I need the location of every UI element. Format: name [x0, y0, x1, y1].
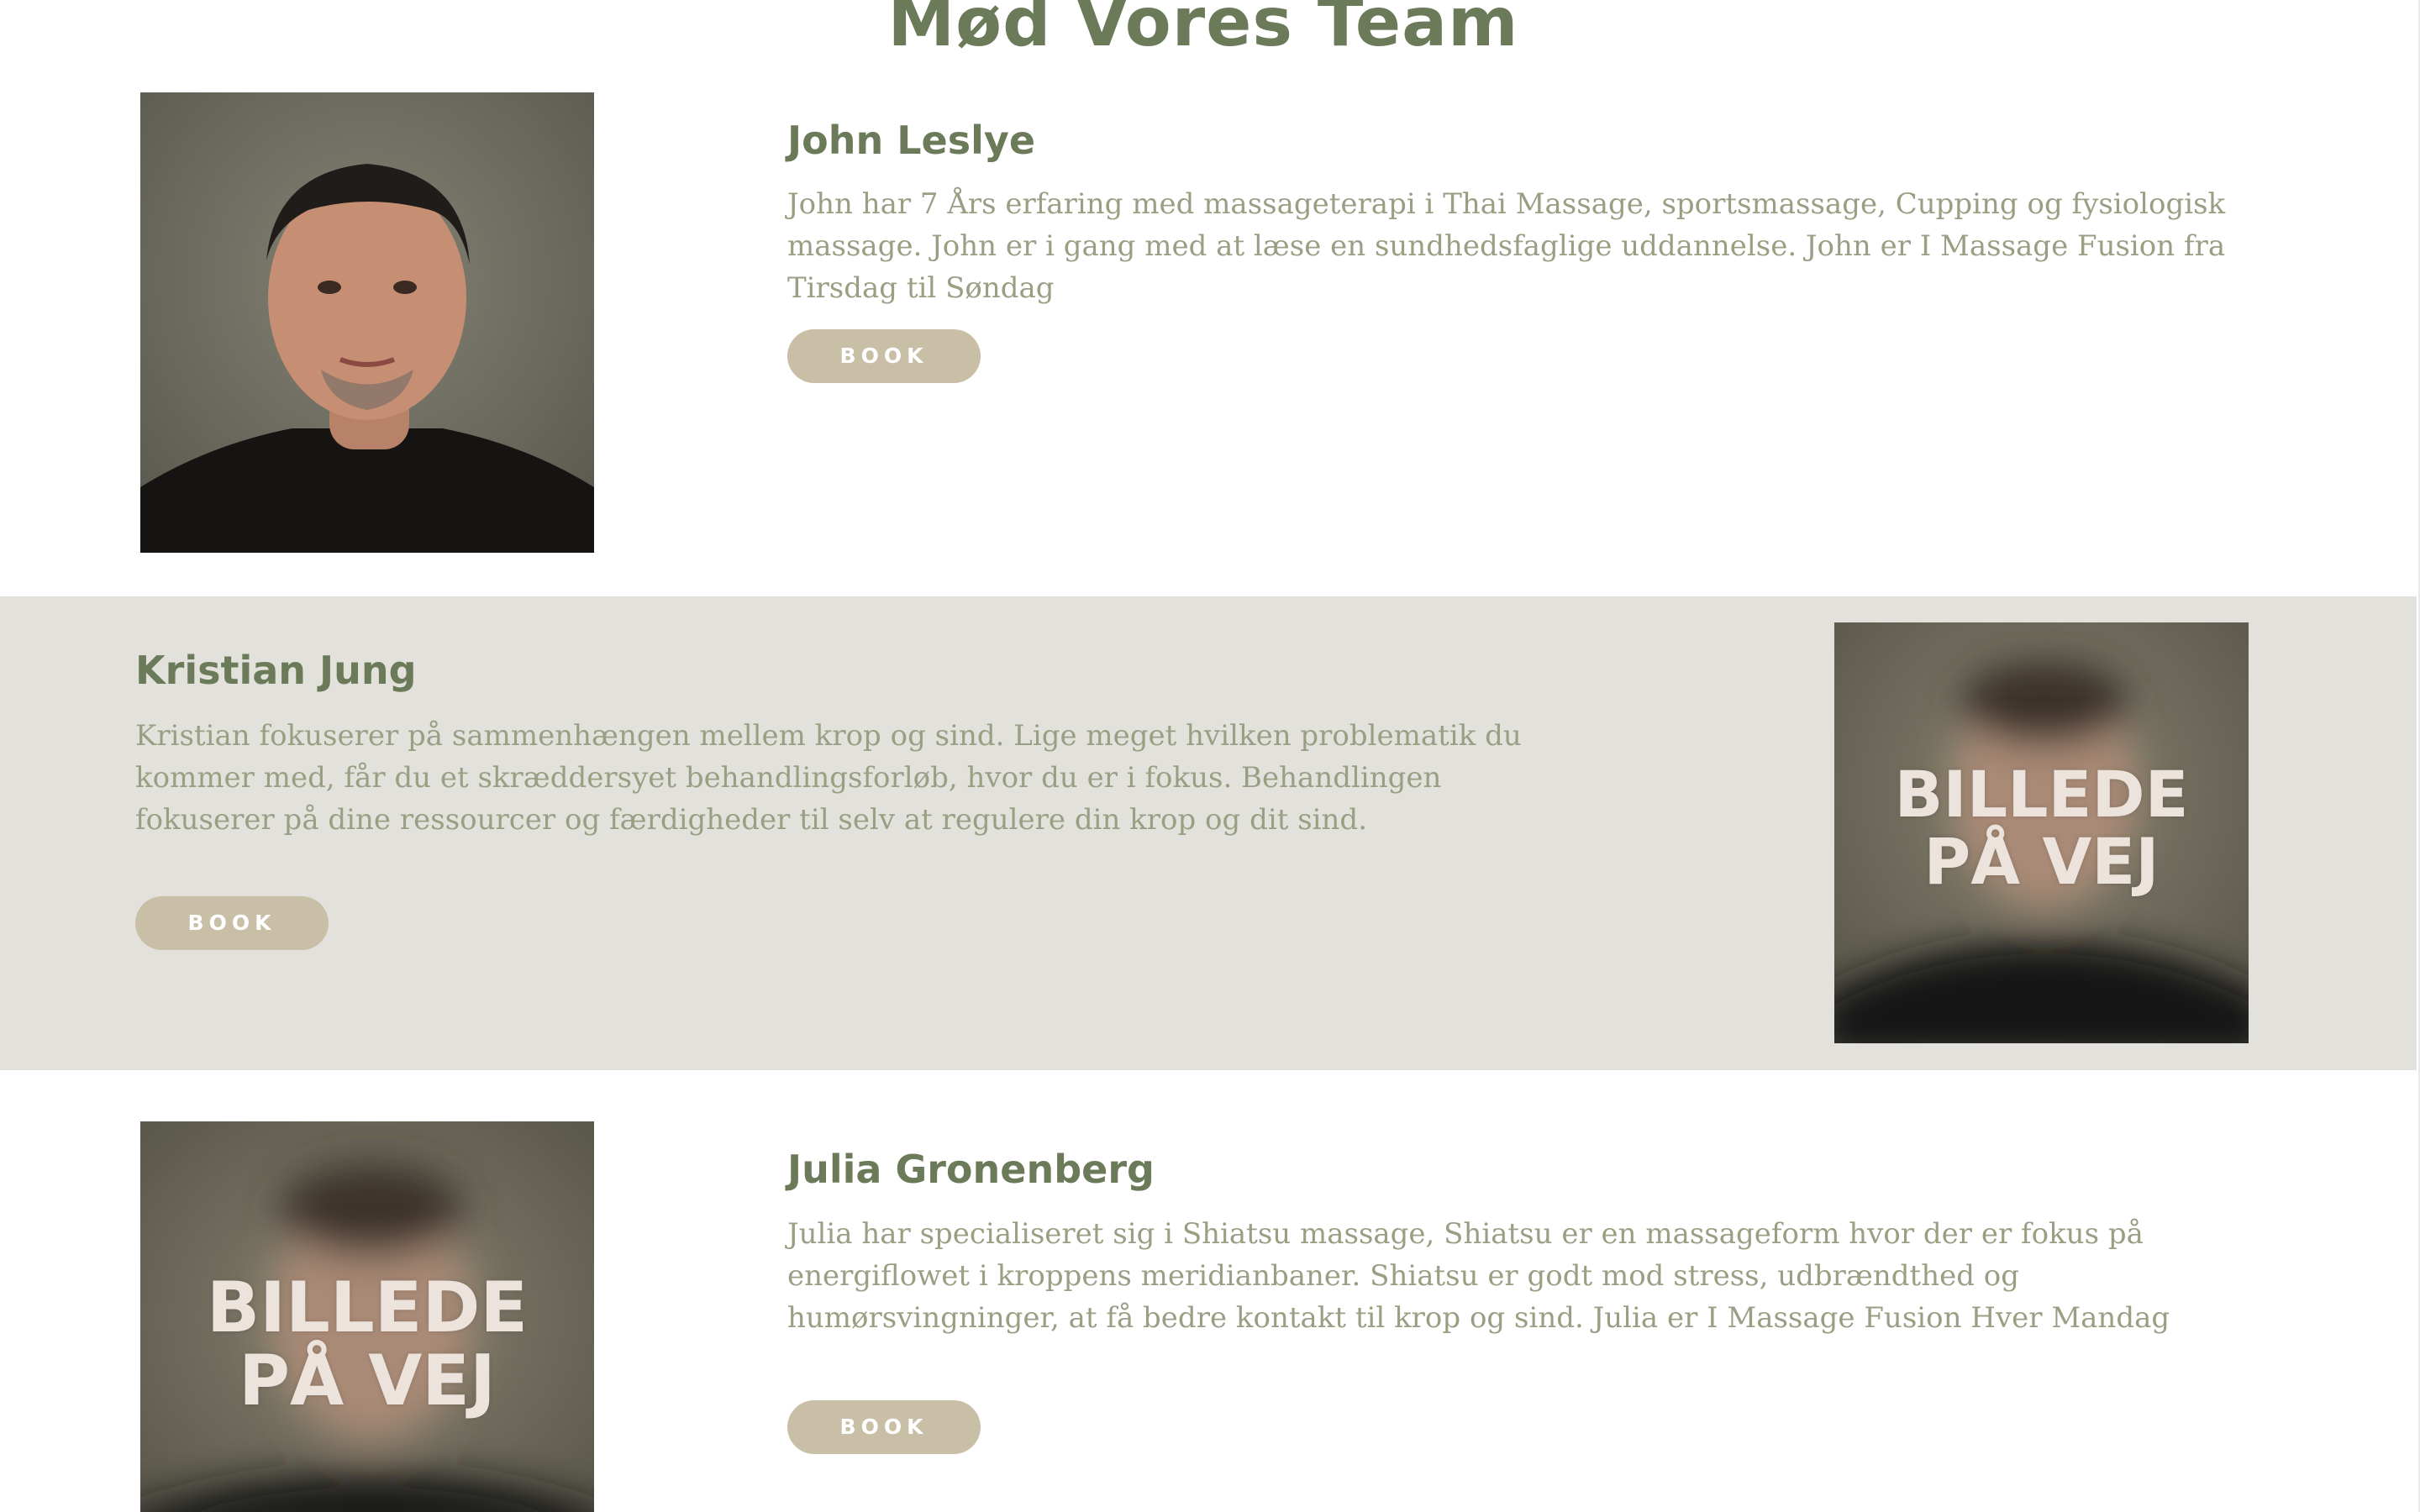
page-title: Mød Vores Team: [887, 0, 1519, 61]
member-bio: Julia har specialiseret sig i Shiatsu ma…: [787, 1217, 2170, 1335]
julia-placeholder-photo: BILLEDE PÅ VEJ: [140, 1121, 594, 1512]
member-name: John Leslye: [787, 118, 1036, 163]
member-name: Kristian Jung: [135, 648, 417, 693]
john-portrait-photo: [140, 92, 594, 553]
member-bio: John har 7 Års erfaring med massageterap…: [787, 187, 2226, 305]
placeholder-line-2: PÅ VEJ: [239, 1340, 496, 1422]
member-bio: Kristian fokuserer på sammenhængen melle…: [135, 719, 1522, 837]
placeholder-line-2: PÅ VEJ: [1923, 823, 2160, 899]
book-button[interactable]: BOOK: [135, 896, 329, 950]
placeholder-line-1: BILLEDE: [206, 1267, 529, 1348]
placeholder-line-1: BILLEDE: [1894, 757, 2189, 832]
member-name: Julia Gronenberg: [787, 1147, 1155, 1192]
kristian-placeholder-photo: BILLEDE PÅ VEJ: [1834, 622, 2249, 1043]
book-button[interactable]: BOOK: [787, 1400, 981, 1454]
book-button[interactable]: BOOK: [787, 329, 981, 383]
